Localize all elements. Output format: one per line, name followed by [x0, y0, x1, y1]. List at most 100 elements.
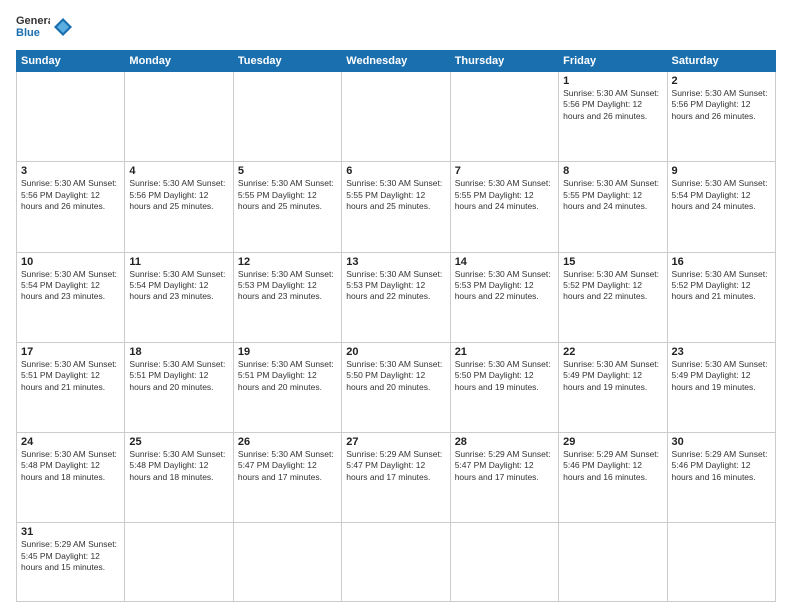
day-info: Sunrise: 5:30 AM Sunset: 5:54 PM Dayligh… — [129, 269, 228, 303]
calendar-cell — [125, 72, 233, 162]
weekday-monday: Monday — [125, 51, 233, 72]
calendar-cell: 21Sunrise: 5:30 AM Sunset: 5:50 PM Dayli… — [450, 342, 558, 432]
day-number: 27 — [346, 436, 445, 448]
day-number: 18 — [129, 346, 228, 358]
svg-text:General: General — [16, 15, 50, 27]
logo-icon: General Blue — [16, 12, 50, 42]
day-info: Sunrise: 5:30 AM Sunset: 5:53 PM Dayligh… — [238, 269, 337, 303]
calendar-cell: 14Sunrise: 5:30 AM Sunset: 5:53 PM Dayli… — [450, 252, 558, 342]
calendar-week-1: 3Sunrise: 5:30 AM Sunset: 5:56 PM Daylig… — [17, 162, 776, 252]
day-info: Sunrise: 5:30 AM Sunset: 5:52 PM Dayligh… — [563, 269, 662, 303]
calendar-cell: 7Sunrise: 5:30 AM Sunset: 5:55 PM Daylig… — [450, 162, 558, 252]
day-number: 10 — [21, 256, 120, 268]
day-info: Sunrise: 5:30 AM Sunset: 5:55 PM Dayligh… — [346, 178, 445, 212]
day-info: Sunrise: 5:30 AM Sunset: 5:51 PM Dayligh… — [238, 359, 337, 393]
calendar-cell: 28Sunrise: 5:29 AM Sunset: 5:47 PM Dayli… — [450, 433, 558, 523]
day-info: Sunrise: 5:30 AM Sunset: 5:49 PM Dayligh… — [672, 359, 771, 393]
calendar-cell — [17, 72, 125, 162]
day-info: Sunrise: 5:30 AM Sunset: 5:53 PM Dayligh… — [346, 269, 445, 303]
day-info: Sunrise: 5:29 AM Sunset: 5:47 PM Dayligh… — [346, 449, 445, 483]
day-info: Sunrise: 5:30 AM Sunset: 5:49 PM Dayligh… — [563, 359, 662, 393]
day-info: Sunrise: 5:30 AM Sunset: 5:50 PM Dayligh… — [346, 359, 445, 393]
day-info: Sunrise: 5:30 AM Sunset: 5:56 PM Dayligh… — [672, 88, 771, 122]
calendar-cell: 4Sunrise: 5:30 AM Sunset: 5:56 PM Daylig… — [125, 162, 233, 252]
calendar-week-0: 1Sunrise: 5:30 AM Sunset: 5:56 PM Daylig… — [17, 72, 776, 162]
calendar-table: SundayMondayTuesdayWednesdayThursdayFrid… — [16, 50, 776, 602]
calendar-week-3: 17Sunrise: 5:30 AM Sunset: 5:51 PM Dayli… — [17, 342, 776, 432]
calendar-cell — [233, 523, 341, 602]
calendar-week-5: 31Sunrise: 5:29 AM Sunset: 5:45 PM Dayli… — [17, 523, 776, 602]
day-number: 22 — [563, 346, 662, 358]
day-number: 1 — [563, 75, 662, 87]
calendar-cell: 13Sunrise: 5:30 AM Sunset: 5:53 PM Dayli… — [342, 252, 450, 342]
day-info: Sunrise: 5:30 AM Sunset: 5:53 PM Dayligh… — [455, 269, 554, 303]
weekday-header-row: SundayMondayTuesdayWednesdayThursdayFrid… — [17, 51, 776, 72]
day-info: Sunrise: 5:30 AM Sunset: 5:48 PM Dayligh… — [21, 449, 120, 483]
calendar-cell: 11Sunrise: 5:30 AM Sunset: 5:54 PM Dayli… — [125, 252, 233, 342]
calendar-cell: 1Sunrise: 5:30 AM Sunset: 5:56 PM Daylig… — [559, 72, 667, 162]
calendar-cell: 22Sunrise: 5:30 AM Sunset: 5:49 PM Dayli… — [559, 342, 667, 432]
day-number: 20 — [346, 346, 445, 358]
calendar-week-2: 10Sunrise: 5:30 AM Sunset: 5:54 PM Dayli… — [17, 252, 776, 342]
day-number: 7 — [455, 165, 554, 177]
calendar-cell: 8Sunrise: 5:30 AM Sunset: 5:55 PM Daylig… — [559, 162, 667, 252]
day-info: Sunrise: 5:30 AM Sunset: 5:51 PM Dayligh… — [21, 359, 120, 393]
weekday-wednesday: Wednesday — [342, 51, 450, 72]
logo: General Blue — [16, 12, 72, 42]
day-info: Sunrise: 5:30 AM Sunset: 5:55 PM Dayligh… — [238, 178, 337, 212]
day-number: 4 — [129, 165, 228, 177]
day-number: 24 — [21, 436, 120, 448]
day-number: 11 — [129, 256, 228, 268]
page: General Blue SundayMondayTuesdayWednesda… — [0, 0, 792, 612]
calendar-cell: 16Sunrise: 5:30 AM Sunset: 5:52 PM Dayli… — [667, 252, 775, 342]
day-number: 31 — [21, 526, 120, 538]
day-info: Sunrise: 5:29 AM Sunset: 5:46 PM Dayligh… — [672, 449, 771, 483]
weekday-sunday: Sunday — [17, 51, 125, 72]
calendar-cell: 20Sunrise: 5:30 AM Sunset: 5:50 PM Dayli… — [342, 342, 450, 432]
day-number: 17 — [21, 346, 120, 358]
day-number: 25 — [129, 436, 228, 448]
calendar-cell: 18Sunrise: 5:30 AM Sunset: 5:51 PM Dayli… — [125, 342, 233, 432]
calendar-cell: 2Sunrise: 5:30 AM Sunset: 5:56 PM Daylig… — [667, 72, 775, 162]
day-info: Sunrise: 5:29 AM Sunset: 5:45 PM Dayligh… — [21, 539, 120, 573]
calendar-cell — [342, 72, 450, 162]
calendar-cell: 29Sunrise: 5:29 AM Sunset: 5:46 PM Dayli… — [559, 433, 667, 523]
day-number: 2 — [672, 75, 771, 87]
day-number: 16 — [672, 256, 771, 268]
calendar-cell: 9Sunrise: 5:30 AM Sunset: 5:54 PM Daylig… — [667, 162, 775, 252]
day-info: Sunrise: 5:30 AM Sunset: 5:52 PM Dayligh… — [672, 269, 771, 303]
day-number: 13 — [346, 256, 445, 268]
calendar-cell: 17Sunrise: 5:30 AM Sunset: 5:51 PM Dayli… — [17, 342, 125, 432]
svg-text:Blue: Blue — [16, 27, 40, 39]
day-info: Sunrise: 5:30 AM Sunset: 5:56 PM Dayligh… — [129, 178, 228, 212]
weekday-tuesday: Tuesday — [233, 51, 341, 72]
calendar-cell — [450, 523, 558, 602]
day-number: 5 — [238, 165, 337, 177]
day-number: 3 — [21, 165, 120, 177]
day-info: Sunrise: 5:30 AM Sunset: 5:55 PM Dayligh… — [563, 178, 662, 212]
day-info: Sunrise: 5:30 AM Sunset: 5:47 PM Dayligh… — [238, 449, 337, 483]
day-info: Sunrise: 5:30 AM Sunset: 5:50 PM Dayligh… — [455, 359, 554, 393]
day-info: Sunrise: 5:30 AM Sunset: 5:48 PM Dayligh… — [129, 449, 228, 483]
weekday-saturday: Saturday — [667, 51, 775, 72]
calendar-week-4: 24Sunrise: 5:30 AM Sunset: 5:48 PM Dayli… — [17, 433, 776, 523]
day-number: 12 — [238, 256, 337, 268]
calendar-cell — [667, 523, 775, 602]
day-info: Sunrise: 5:30 AM Sunset: 5:56 PM Dayligh… — [563, 88, 662, 122]
day-number: 23 — [672, 346, 771, 358]
day-info: Sunrise: 5:30 AM Sunset: 5:56 PM Dayligh… — [21, 178, 120, 212]
day-number: 9 — [672, 165, 771, 177]
calendar-cell: 6Sunrise: 5:30 AM Sunset: 5:55 PM Daylig… — [342, 162, 450, 252]
calendar-cell: 19Sunrise: 5:30 AM Sunset: 5:51 PM Dayli… — [233, 342, 341, 432]
day-info: Sunrise: 5:30 AM Sunset: 5:54 PM Dayligh… — [21, 269, 120, 303]
calendar-cell: 26Sunrise: 5:30 AM Sunset: 5:47 PM Dayli… — [233, 433, 341, 523]
day-number: 29 — [563, 436, 662, 448]
weekday-thursday: Thursday — [450, 51, 558, 72]
calendar-cell: 31Sunrise: 5:29 AM Sunset: 5:45 PM Dayli… — [17, 523, 125, 602]
day-number: 30 — [672, 436, 771, 448]
calendar-cell: 5Sunrise: 5:30 AM Sunset: 5:55 PM Daylig… — [233, 162, 341, 252]
day-number: 8 — [563, 165, 662, 177]
day-info: Sunrise: 5:29 AM Sunset: 5:47 PM Dayligh… — [455, 449, 554, 483]
logo-triangle-icon — [54, 18, 72, 36]
calendar-cell: 23Sunrise: 5:30 AM Sunset: 5:49 PM Dayli… — [667, 342, 775, 432]
